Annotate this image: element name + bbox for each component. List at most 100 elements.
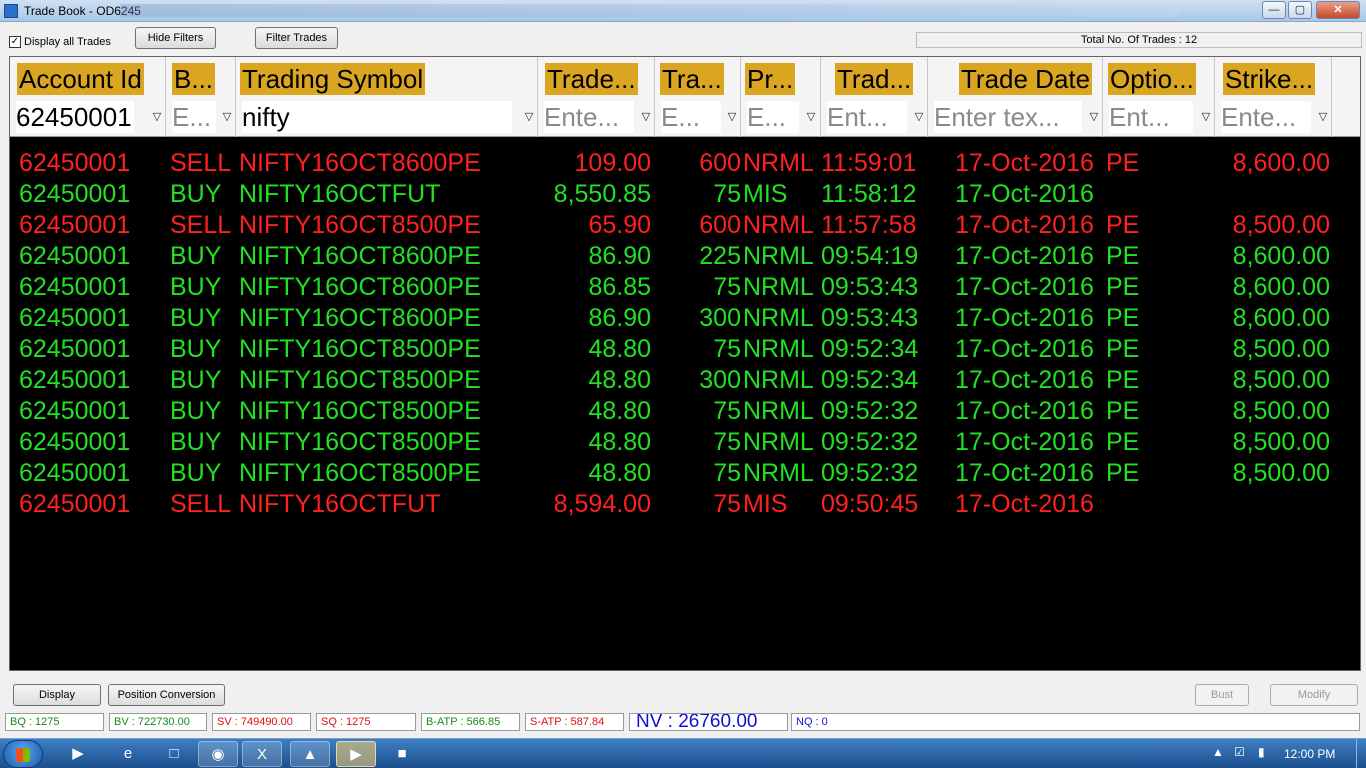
filter-funnel-icon[interactable]: ▽ <box>151 111 163 123</box>
table-row[interactable]: 62450001 SELL NIFTY16OCT8600PE 109.00 600 NRM… <box>10 148 1360 179</box>
filter-input-trading-symbol[interactable]: nifty <box>242 101 512 133</box>
filter-input-product[interactable]: E... <box>747 101 799 133</box>
cell-product: NRML <box>743 211 814 239</box>
column-header-account-id[interactable]: Account Id <box>10 57 166 97</box>
column-header-trade-price[interactable]: Trade... <box>538 57 655 97</box>
filter-funnel-icon[interactable]: ▽ <box>640 111 652 123</box>
filter-funnel-icon[interactable]: ▽ <box>726 111 738 123</box>
display-all-checkbox[interactable]: ✓ <box>9 36 21 48</box>
column-header-buy-sell[interactable]: B... <box>166 57 236 97</box>
column-header-strike[interactable]: Strike... <box>1215 57 1332 97</box>
cell-trade-price: 48.80 <box>588 366 651 394</box>
misc-app-icon[interactable]: ■ <box>382 741 422 767</box>
filter-input-option-type[interactable]: Ent... <box>1109 101 1193 133</box>
excel-icon[interactable]: X <box>242 741 282 767</box>
cell-trade-qty: 75 <box>713 335 741 363</box>
table-row[interactable]: 62450001 SELL NIFTY16OCT8500PE 65.90 600 NRML… <box>10 210 1360 241</box>
table-row[interactable]: 62450001 BUY NIFTY16OCT8500PE 48.80 75 NRML 09… <box>10 334 1360 365</box>
table-row[interactable]: 62450001 BUY NIFTY16OCT8600PE 86.90 300 NRML 0… <box>10 303 1360 334</box>
cell-account-id: 62450001 <box>19 180 131 208</box>
position-conversion-button[interactable]: Position Conversion <box>108 684 225 706</box>
filter-account-id: 62450001 ▽ <box>10 97 166 137</box>
column-header-trade-qty[interactable]: Tra... <box>655 57 741 97</box>
cell-option-type: PE <box>1106 397 1140 425</box>
media-player-icon[interactable]: ▶ <box>58 741 98 767</box>
toolbar: ✓ Display all Trades Hide Filters Filter… <box>0 22 1366 56</box>
show-desktop-button[interactable] <box>1356 739 1366 768</box>
column-header-trading-symbol[interactable]: Trading Symbol <box>236 57 538 97</box>
app-icon <box>4 4 18 18</box>
cell-trade-date: 17-Oct-2016 <box>955 428 1094 456</box>
filter-input-trade-time[interactable]: Ent... <box>827 101 907 133</box>
filter-input-trade-qty[interactable]: E... <box>661 101 721 133</box>
bust-button[interactable]: Bust <box>1195 684 1249 706</box>
cell-trade-price: 8,550.85 <box>553 180 651 208</box>
table-row[interactable]: 62450001 SELL NIFTY16OCTFUT 8,594.00 75 MIS 09… <box>10 489 1360 520</box>
cell-strike: 8,500.00 <box>1232 428 1330 456</box>
filter-funnel-icon[interactable]: ▽ <box>221 111 233 123</box>
chrome-icon[interactable]: ◉ <box>198 741 238 767</box>
column-header-trade-time[interactable]: Trad... <box>821 57 928 97</box>
trading-app-icon[interactable]: ▲ <box>290 741 330 767</box>
file-explorer-icon[interactable]: □ <box>154 741 194 767</box>
filter-funnel-icon[interactable]: ▽ <box>913 111 925 123</box>
table-row[interactable]: 62450001 BUY NIFTY16OCTFUT 8,550.85 75 MIS 11:… <box>10 179 1360 210</box>
filter-input-trade-price[interactable]: Ente... <box>544 101 634 133</box>
cell-account-id: 62450001 <box>19 366 131 394</box>
cell-trading-symbol: NIFTY16OCT8500PE <box>239 335 481 363</box>
cell-trade-price: 109.00 <box>574 149 651 177</box>
column-header-trade-date[interactable]: Trade Date <box>928 57 1103 97</box>
filter-trades-button[interactable]: Filter Trades <box>255 27 338 49</box>
table-row[interactable]: 62450001 BUY NIFTY16OCT8500PE 48.80 300 NRML 0… <box>10 365 1360 396</box>
start-button[interactable] <box>3 740 43 768</box>
maximize-icon: ▢ <box>1294 4 1306 16</box>
close-icon: ✕ <box>1333 4 1343 16</box>
cell-trade-time: 11:58:12 <box>821 180 917 208</box>
table-row[interactable]: 62450001 BUY NIFTY16OCT8500PE 48.80 75 NRML 09… <box>10 396 1360 427</box>
filter-input-account-id[interactable]: 62450001 <box>16 101 134 133</box>
table-row[interactable]: 62450001 BUY NIFTY16OCT8600PE 86.90 225 NRML 0… <box>10 241 1360 272</box>
title-bar-background <box>120 4 1180 17</box>
table-row[interactable]: 62450001 BUY NIFTY16OCT8600PE 86.85 75 NRML 09… <box>10 272 1360 303</box>
table-row[interactable]: 62450001 BUY NIFTY16OCT8500PE 48.80 75 NRML 09… <box>10 458 1360 489</box>
taskbar-clock[interactable]: 12:00 PM <box>1284 747 1335 761</box>
column-header-option-type[interactable]: Optio... <box>1103 57 1215 97</box>
filter-funnel-icon[interactable]: ▽ <box>1317 111 1329 123</box>
cell-trade-time: 11:57:58 <box>821 211 917 239</box>
cell-trade-time: 09:52:34 <box>821 366 919 394</box>
cell-trading-symbol: NIFTY16OCT8500PE <box>239 366 481 394</box>
table-row[interactable]: 62450001 BUY NIFTY16OCT8500PE 48.80 75 NRML 09… <box>10 427 1360 458</box>
cell-trade-qty: 75 <box>713 428 741 456</box>
cell-buy-sell: BUY <box>170 335 222 363</box>
cell-strike: 8,500.00 <box>1232 397 1330 425</box>
filter-input-buy-sell[interactable]: E... <box>172 101 216 133</box>
maximize-button[interactable]: ▢ <box>1288 1 1312 19</box>
cell-trade-date: 17-Oct-2016 <box>955 366 1094 394</box>
filter-input-strike[interactable]: Ente... <box>1221 101 1311 133</box>
cell-trade-time: 09:53:43 <box>821 304 919 332</box>
trade-book-icon[interactable]: ▶ <box>336 741 376 767</box>
cell-trade-price: 8,594.00 <box>553 490 651 518</box>
network-icon[interactable]: ☑ <box>1234 745 1245 759</box>
cell-trading-symbol: NIFTY16OCTFUT <box>239 490 441 518</box>
cell-account-id: 62450001 <box>19 273 131 301</box>
minimize-button[interactable]: — <box>1262 1 1286 19</box>
filter-input-trade-date[interactable]: Enter tex... <box>934 101 1082 133</box>
battery-icon[interactable]: ▮ <box>1258 745 1265 759</box>
internet-explorer-icon[interactable]: e <box>108 741 148 767</box>
filter-funnel-icon[interactable]: ▽ <box>523 111 535 123</box>
filter-funnel-icon[interactable]: ▽ <box>1088 111 1100 123</box>
column-header-product[interactable]: Pr... <box>741 57 821 97</box>
hide-filters-button[interactable]: Hide Filters <box>135 27 216 49</box>
close-button[interactable]: ✕ <box>1316 1 1360 19</box>
status-sell-value: SV : 749490.00 <box>212 713 311 731</box>
cell-trading-symbol: NIFTY16OCT8600PE <box>239 304 481 332</box>
filter-funnel-icon[interactable]: ▽ <box>805 111 817 123</box>
tray-expand-icon[interactable]: ▲ <box>1212 745 1224 759</box>
filter-option-type: Ent... ▽ <box>1103 97 1215 137</box>
modify-button[interactable]: Modify <box>1270 684 1358 706</box>
cell-buy-sell: BUY <box>170 459 222 487</box>
display-button[interactable]: Display <box>13 684 101 706</box>
filter-buy-sell: E... ▽ <box>166 97 236 137</box>
filter-funnel-icon[interactable]: ▽ <box>1200 111 1212 123</box>
